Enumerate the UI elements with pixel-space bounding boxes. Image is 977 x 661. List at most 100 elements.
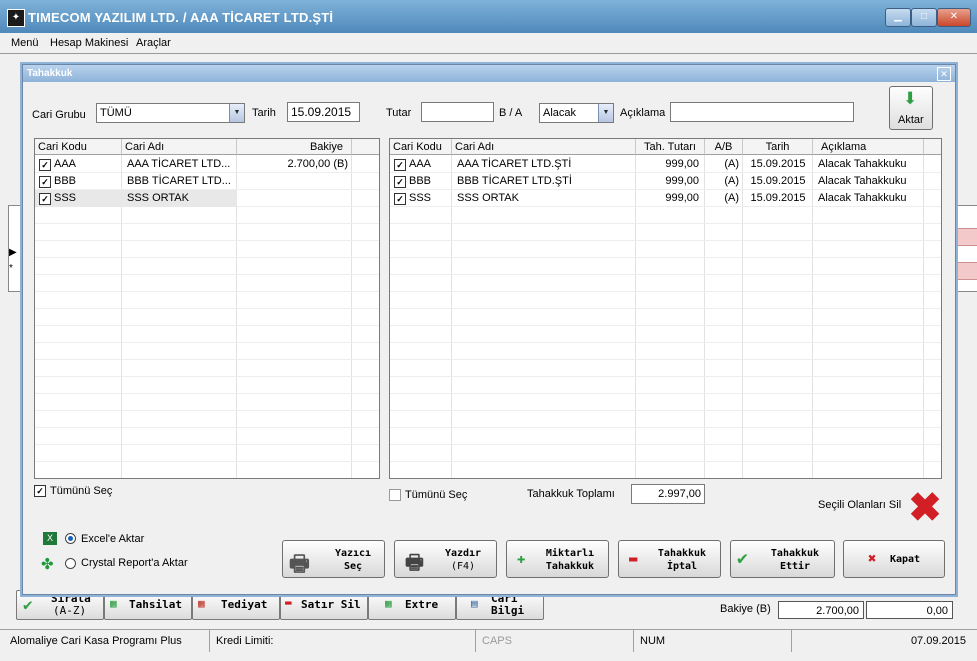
bakiye-value-2: 0,00: [866, 601, 953, 619]
app-icon: ✦: [7, 9, 25, 27]
column-header[interactable]: Cari Adı: [452, 139, 636, 155]
menu-bar: Menü Hesap Makinesi Araçlar: [0, 33, 977, 54]
minus-icon: ▬: [629, 551, 638, 567]
menu-item-hesap-makinesi[interactable]: Hesap Makinesi: [50, 37, 128, 49]
column-header[interactable]: Tah. Tutarı: [636, 139, 705, 155]
column-header[interactable]: Cari Adı: [122, 139, 237, 155]
row-checkbox[interactable]: ✓: [39, 193, 51, 205]
row-checkbox[interactable]: ✓: [39, 159, 51, 171]
right-select-all-checkbox[interactable]: [389, 489, 401, 501]
aciklama-cell: Alacak Tahakkuku: [818, 175, 907, 187]
column-header[interactable]: A/B: [705, 139, 743, 155]
tutar-field[interactable]: [421, 102, 494, 122]
dialog-close-icon[interactable]: ✕: [937, 67, 951, 81]
title-bar: ✦ TIMECOM YAZILIM LTD. / AAA TİCARET LTD…: [0, 0, 977, 33]
secili-sil-label: Seçili Olanları Sil: [818, 499, 902, 511]
tutar-cell: 999,00: [665, 192, 699, 204]
status-kredi: Kredi Limiti:: [212, 630, 476, 652]
yazdir-button[interactable]: 🖶 Yazdır (F4): [394, 540, 497, 578]
excel-radio[interactable]: [65, 533, 76, 544]
cari-adi-cell: BBB TİCARET LTD.ŞTİ: [457, 175, 572, 187]
window-title: TIMECOM YAZILIM LTD. / AAA TİCARET LTD.Ş…: [28, 10, 334, 25]
cari-grubu-label: Cari Grubu: [32, 109, 86, 121]
kapat-button[interactable]: ✖ Kapat: [843, 540, 945, 578]
status-app-name: Alomaliye Cari Kasa Programı Plus: [6, 630, 210, 652]
tahakkuk-iptal-button[interactable]: ▬ Tahakkuk İptal: [618, 540, 721, 578]
cari-kodu-cell: SSS: [409, 192, 432, 204]
status-date: 07.09.2015: [910, 635, 966, 647]
bakiye-cell: [237, 173, 348, 190]
new-row-marker: *: [9, 263, 13, 274]
toplam-label: Tahakkuk Toplamı: [527, 488, 615, 500]
cari-kodu-cell: SSS: [54, 192, 77, 204]
add-icon: ▦: [110, 597, 117, 610]
left-select-all-checkbox[interactable]: ✓: [34, 485, 46, 497]
column-header-empty: [924, 139, 941, 155]
grid-cell-red: [955, 228, 977, 246]
cari-kodu-cell: BBB: [54, 175, 77, 187]
maximize-button[interactable]: □: [911, 8, 937, 27]
arrow-down-icon: ⬇: [903, 89, 918, 108]
column-header-empty: [352, 139, 379, 155]
bakiye-cell: 2.700,00 (B): [287, 158, 348, 170]
status-num: NUM: [636, 630, 792, 652]
crystal-radio[interactable]: [65, 558, 76, 569]
bakiye-label: Bakiye (B): [720, 603, 771, 615]
tutar-cell: 999,00: [665, 175, 699, 187]
column-header[interactable]: Cari Kodu: [390, 139, 452, 155]
dialog-title: Tahakkuk: [27, 68, 73, 79]
tahakkuk-grid: Cari Kodu Cari Adı Tah. Tutarı A/B Tarih…: [389, 138, 942, 479]
tarih-field[interactable]: 15.09.2015: [287, 102, 360, 122]
excel-icon: X: [43, 532, 57, 545]
toplam-field: 2.997,00: [631, 484, 705, 504]
yazici-sec-button[interactable]: 🖶 Yazıcı Seç: [282, 540, 385, 578]
row-checkbox[interactable]: ✓: [39, 176, 51, 188]
cari-list-grid: Cari Kodu Cari Adı Bakiye ✓ AAA AAA TİCA…: [34, 138, 380, 479]
cari-grubu-select[interactable]: TÜMÜ ▼: [96, 103, 245, 123]
bakiye-cell: [237, 190, 348, 207]
bakiye-value: 2.700,00: [778, 601, 864, 619]
aciklama-cell: Alacak Tahakkuku: [818, 158, 907, 170]
minimize-button[interactable]: ▁: [885, 8, 911, 27]
ba-label: B / A: [499, 107, 523, 119]
ab-cell: (A): [724, 158, 739, 170]
ba-select[interactable]: Alacak ▼: [539, 103, 614, 123]
cari-adi-cell: AAA TİCARET LTD...: [127, 158, 231, 170]
crystal-report-icon: ✤: [41, 556, 54, 573]
chevron-down-icon: ▼: [229, 104, 244, 122]
row-pointer: ▶: [9, 247, 17, 258]
aciklama-field[interactable]: [670, 102, 854, 122]
left-select-all-label: Tümünü Seç: [50, 485, 113, 497]
plus-icon: ✚: [517, 551, 526, 567]
column-header[interactable]: Tarih: [743, 139, 813, 155]
minus-doc-icon: ▦: [198, 597, 205, 610]
excel-label: Excel'e Aktar: [81, 533, 145, 545]
miktarli-tahakkuk-button[interactable]: ✚ Miktarlı Tahakkuk: [506, 540, 609, 578]
row-checkbox[interactable]: ✓: [394, 193, 406, 205]
column-header[interactable]: Açıklama: [813, 139, 924, 155]
tarih-label: Tarih: [252, 107, 276, 119]
close-button[interactable]: ✕: [937, 8, 971, 27]
aciklama-cell: Alacak Tahakkuku: [818, 192, 907, 204]
row-checkbox[interactable]: ✓: [394, 176, 406, 188]
tutar-cell: 999,00: [665, 158, 699, 170]
crystal-label: Crystal Report'a Aktar: [81, 557, 188, 569]
aktar-button[interactable]: ⬇ Aktar: [889, 86, 933, 130]
menu-item-araclar[interactable]: Araçlar: [136, 37, 171, 49]
tahakkuk-dialog: Tahakkuk ✕ Cari Grubu TÜMÜ ▼ Tarih 15.09…: [22, 64, 956, 595]
row-checkbox[interactable]: ✓: [394, 159, 406, 171]
cari-kodu-cell: AAA: [54, 158, 77, 170]
minus-icon: ▬: [285, 596, 292, 609]
chevron-down-icon: ▼: [598, 104, 613, 122]
delete-x-icon[interactable]: ✖: [905, 488, 945, 528]
menu-item-menu[interactable]: Menü: [11, 37, 39, 49]
column-header[interactable]: Cari Kodu: [35, 139, 122, 155]
printer-icon: 🖶: [405, 550, 424, 574]
status-caps: CAPS: [478, 630, 634, 652]
printer-settings-icon: 🖶: [289, 552, 310, 577]
column-header[interactable]: Bakiye: [237, 139, 352, 155]
cari-kodu-cell: AAA: [409, 158, 432, 170]
info-doc-icon: ▤: [471, 597, 478, 610]
tahakkuk-ettir-button[interactable]: ✔ Tahakkuk Ettir: [730, 540, 835, 578]
tarih-cell: 15.09.2015: [750, 175, 806, 187]
